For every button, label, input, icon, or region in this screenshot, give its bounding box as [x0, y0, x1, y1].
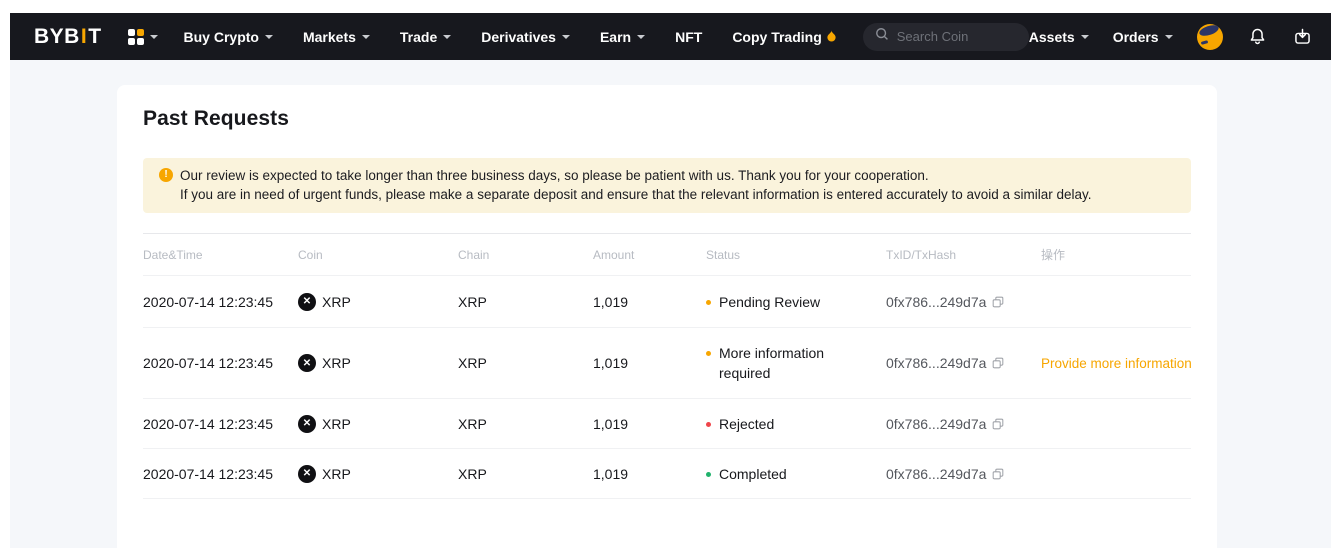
search-icon — [875, 27, 889, 46]
cell-amount: 1,019 — [593, 416, 706, 432]
cell-chain: XRP — [458, 466, 593, 482]
cell-txid: 0fx786...249d7a — [886, 466, 1041, 482]
cell-status: Completed — [706, 464, 886, 484]
top-navbar: BYBIT Buy Crypto Markets Trade Derivativ… — [10, 13, 1331, 60]
cell-datetime: 2020-07-14 12:23:45 — [143, 466, 298, 482]
bybit-logo[interactable]: BYBIT — [34, 25, 102, 49]
col-header-chain: Chain — [458, 248, 593, 262]
nav-item-buy-crypto[interactable]: Buy Crypto — [184, 29, 273, 45]
col-header-status: Status — [706, 248, 886, 262]
cell-coin: ✕XRP — [298, 293, 458, 311]
copy-icon[interactable] — [991, 356, 1005, 370]
col-header-action: 操作 — [1041, 246, 1191, 263]
chevron-down-icon — [150, 35, 158, 39]
cell-status: More information required — [706, 343, 886, 383]
copy-icon[interactable] — [991, 417, 1005, 431]
xrp-coin-icon: ✕ — [298, 293, 316, 311]
cell-coin: ✕XRP — [298, 415, 458, 433]
navbar-right: Assets Orders — [1029, 24, 1334, 50]
notice-line-2: If you are in need of urgent funds, plea… — [159, 185, 1175, 204]
nav-item-earn[interactable]: Earn — [600, 29, 645, 45]
notice-line-1: Our review is expected to take longer th… — [180, 166, 929, 185]
table-row: 2020-07-14 12:23:45 ✕XRP XRP 1,019 Compl… — [143, 449, 1191, 499]
apps-menu-button[interactable] — [128, 29, 158, 45]
chevron-down-icon — [637, 35, 645, 39]
search-input[interactable] — [897, 29, 1017, 44]
nav-item-copy-trading[interactable]: Copy Trading — [732, 29, 836, 45]
past-requests-table: Date&Time Coin Chain Amount Status TxID/… — [143, 233, 1191, 499]
table-row: 2020-07-14 12:23:45 ✕XRP XRP 1,019 Pendi… — [143, 276, 1191, 328]
logo-text: T — [88, 25, 101, 48]
cell-coin: ✕XRP — [298, 465, 458, 483]
col-header-coin: Coin — [298, 248, 458, 262]
cell-status: Pending Review — [706, 292, 886, 312]
cell-chain: XRP — [458, 416, 593, 432]
cell-amount: 1,019 — [593, 466, 706, 482]
col-header-datetime: Date&Time — [143, 248, 298, 262]
status-dot — [706, 422, 711, 427]
review-notice-banner: ! Our review is expected to take longer … — [143, 158, 1191, 213]
provide-more-information-link[interactable]: Provide more information — [1041, 356, 1192, 371]
status-dot — [706, 300, 711, 305]
main-nav: Buy Crypto Markets Trade Derivatives Ear… — [184, 29, 837, 45]
cell-chain: XRP — [458, 355, 593, 371]
cell-action: Provide more information — [1041, 355, 1202, 371]
flame-icon — [826, 30, 837, 43]
page-title: Past Requests — [143, 107, 1191, 131]
user-avatar[interactable] — [1197, 24, 1223, 50]
cell-chain: XRP — [458, 294, 593, 310]
copy-icon[interactable] — [991, 467, 1005, 481]
past-requests-card: Past Requests ! Our review is expected t… — [117, 85, 1217, 548]
col-header-txid: TxID/TxHash — [886, 248, 1041, 262]
nav-item-derivatives[interactable]: Derivatives — [481, 29, 570, 45]
col-header-amount: Amount — [593, 248, 706, 262]
nav-item-nft[interactable]: NFT — [675, 29, 702, 45]
table-header-row: Date&Time Coin Chain Amount Status TxID/… — [143, 233, 1191, 276]
warning-icon: ! — [159, 168, 173, 182]
table-row: 2020-07-14 12:23:45 ✕XRP XRP 1,019 Rejec… — [143, 399, 1191, 449]
cell-amount: 1,019 — [593, 294, 706, 310]
cell-txid: 0fx786...249d7a — [886, 355, 1041, 371]
xrp-coin-icon: ✕ — [298, 354, 316, 372]
chevron-down-icon — [362, 35, 370, 39]
logo-text: BYB — [34, 25, 80, 48]
screen: BYBIT Buy Crypto Markets Trade Derivativ… — [0, 0, 1334, 560]
nav-item-assets[interactable]: Assets — [1029, 29, 1089, 45]
status-dot — [706, 351, 711, 356]
nav-item-trade[interactable]: Trade — [400, 29, 451, 45]
chevron-down-icon — [1081, 35, 1089, 39]
copy-icon[interactable] — [991, 295, 1005, 309]
chevron-down-icon — [443, 35, 451, 39]
table-row: 2020-07-14 12:23:45 ✕XRP XRP 1,019 More … — [143, 328, 1191, 399]
download-icon[interactable] — [1292, 26, 1313, 47]
cell-txid: 0fx786...249d7a — [886, 294, 1041, 310]
bell-icon[interactable] — [1247, 26, 1268, 47]
apps-grid-icon — [128, 29, 144, 45]
cell-txid: 0fx786...249d7a — [886, 416, 1041, 432]
coin-search[interactable] — [863, 23, 1029, 51]
cell-datetime: 2020-07-14 12:23:45 — [143, 416, 298, 432]
cell-amount: 1,019 — [593, 355, 706, 371]
logo-accent: I — [80, 25, 88, 48]
page-background: Past Requests ! Our review is expected t… — [10, 60, 1331, 548]
chevron-down-icon — [265, 35, 273, 39]
status-dot — [706, 472, 711, 477]
cell-datetime: 2020-07-14 12:23:45 — [143, 294, 298, 310]
cell-datetime: 2020-07-14 12:23:45 — [143, 355, 298, 371]
cell-status: Rejected — [706, 414, 886, 434]
xrp-coin-icon: ✕ — [298, 465, 316, 483]
cell-coin: ✕XRP — [298, 354, 458, 372]
chevron-down-icon — [1165, 35, 1173, 39]
xrp-coin-icon: ✕ — [298, 415, 316, 433]
nav-item-markets[interactable]: Markets — [303, 29, 370, 45]
chevron-down-icon — [562, 35, 570, 39]
nav-item-orders[interactable]: Orders — [1113, 29, 1173, 45]
